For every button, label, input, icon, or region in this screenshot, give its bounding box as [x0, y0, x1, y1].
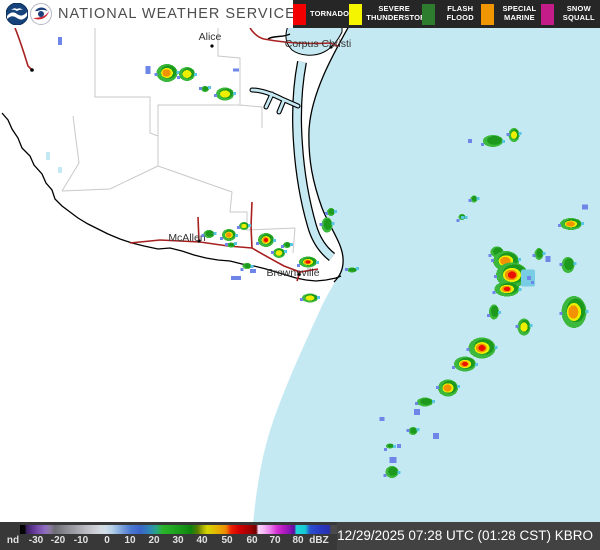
colorbar-tick-60: 60: [246, 535, 257, 546]
colorbar-tick--10: -10: [74, 535, 88, 546]
storm-cell: [546, 256, 551, 262]
warning-swatch: [481, 4, 494, 25]
warning-item-special-marine: SPECIAL MARINE: [481, 4, 540, 25]
warning-swatch: [422, 4, 435, 25]
warning-swatch: [293, 4, 306, 25]
header-bar: NATIONAL WEATHER SERVICE TORNADO SEVERE T…: [0, 0, 600, 28]
storm-cell: [414, 409, 420, 415]
warning-label: SNOW SQUALL: [558, 5, 600, 22]
city-label-alice: Alice: [199, 31, 222, 43]
warning-legend: TORNADO SEVERE THUNDERSTORM FLASH FLOOD SPE…: [293, 0, 600, 28]
warning-label: FLASH FLOOD: [439, 5, 481, 22]
colorbar-tick-dBZ: dBZ: [309, 535, 328, 546]
warning-swatch: [349, 4, 362, 25]
colorbar-tick-40: 40: [196, 535, 207, 546]
storm-cell: [58, 37, 62, 45]
storm-cell: [380, 417, 385, 421]
colorbar-tick-20: 20: [148, 535, 159, 546]
colorbar-tick-50: 50: [221, 535, 232, 546]
river-lake: [46, 152, 50, 160]
nws-logo-icon: [30, 3, 52, 25]
colorbar-tick-30: 30: [172, 535, 183, 546]
bottom-bar: nd -30 -20 -10 0 10 20 30 40 50 60 70 80 dBZ 12/29/20…: [0, 522, 600, 550]
storm-cell: [231, 276, 241, 280]
colorbar-tick-70: 70: [269, 535, 280, 546]
storm-cell: [582, 205, 588, 210]
storm-cell: [468, 139, 472, 143]
colorbar-tick-80: 80: [292, 535, 303, 546]
warning-label: SPECIAL MARINE: [498, 5, 540, 22]
site-title: NATIONAL WEATHER SERVICE: [58, 0, 296, 28]
storm-cell: [146, 66, 151, 74]
river-lake: [58, 167, 62, 173]
storm-cell: [390, 457, 397, 463]
storm-cell: [250, 269, 256, 273]
noaa-logo-icon: [6, 3, 28, 25]
warning-item-snow-squall: SNOW SQUALL: [541, 4, 600, 25]
warning-label: TORNADO: [310, 10, 349, 19]
warning-item-tornado: TORNADO: [293, 4, 349, 25]
colorbar-tick--30: -30: [29, 535, 43, 546]
storm-cell: [233, 69, 239, 72]
city-label-corpus-christi: Corpus Christi: [285, 38, 352, 50]
colorbar-tick-nd: nd: [7, 535, 19, 546]
storm-cell: [433, 433, 439, 439]
warning-swatch: [541, 4, 554, 25]
colorbar-tick--20: -20: [51, 535, 65, 546]
radar-map: Alice Corpus Christi McAllen Brownsville: [0, 28, 600, 522]
timestamp-text: 12/29/2025 07:28 UTC (01:28 CST) KBRO: [337, 522, 593, 550]
city-label-mcallen: McAllen: [168, 232, 206, 244]
storm-cell: [521, 270, 535, 287]
radar-page: NATIONAL WEATHER SERVICE TORNADO SEVERE T…: [0, 0, 600, 550]
warning-label: SEVERE THUNDERSTORM: [366, 5, 422, 22]
city-label-brownsville: Brownsville: [266, 267, 319, 279]
warning-item-severe-thunderstorm: SEVERE THUNDERSTORM: [349, 4, 422, 25]
colorbar-tick-0: 0: [104, 535, 110, 546]
warning-item-flash-flood: FLASH FLOOD: [422, 4, 481, 25]
reflectivity-colorbar: [20, 525, 337, 534]
colorbar-tick-10: 10: [124, 535, 135, 546]
storm-cell: [397, 444, 401, 448]
